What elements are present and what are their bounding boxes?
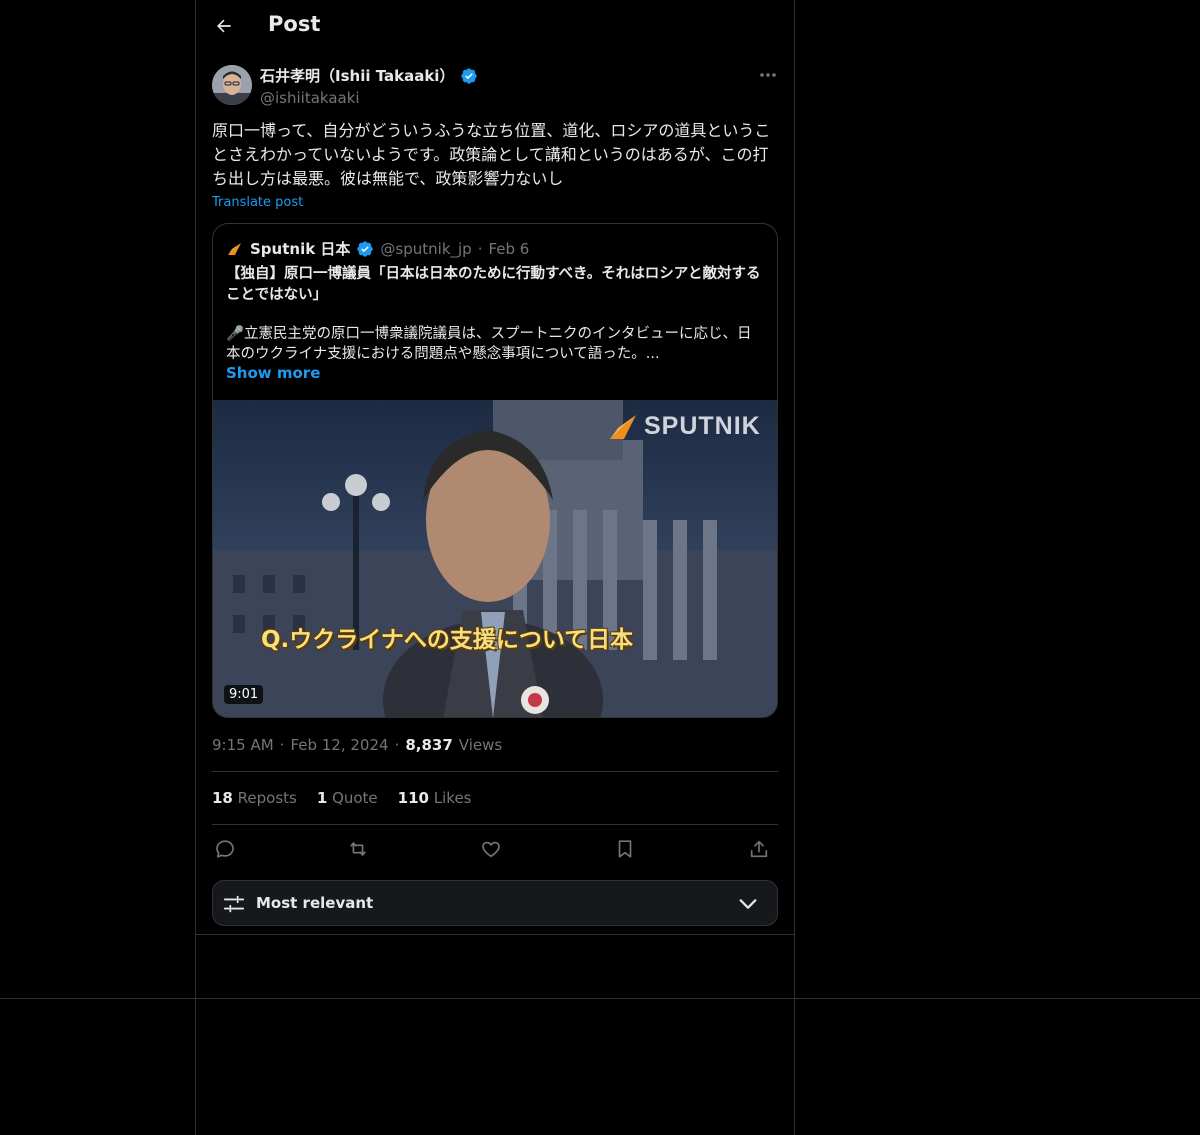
sputnik-logo-icon (228, 242, 241, 255)
views-count: 8,837 (405, 736, 453, 754)
author-block: 石井孝明（Ishii Takaaki） @ishiitakaaki (260, 65, 478, 107)
separator-dot: · (279, 736, 285, 754)
reposts-count: 18 (212, 789, 233, 807)
bookmark-icon (618, 840, 632, 858)
page-divider (0, 998, 1200, 999)
likes-label: Likes (433, 789, 472, 807)
likes-count: 110 (397, 789, 429, 807)
engagement-stats: 18 Reposts 1 Quote 110 Likes (212, 789, 472, 807)
avatar[interactable] (212, 65, 252, 105)
sort-label: Most relevant (256, 894, 374, 912)
reply-icon (216, 840, 234, 858)
reply-button[interactable] (212, 836, 238, 862)
post-text: 原口一博って、自分がどういうふうな立ち位置、道化、ロシアの道具ということさえわか… (212, 121, 771, 188)
quotes-label: Quote (332, 789, 378, 807)
avatar-image (212, 65, 252, 105)
video-player[interactable]: SPUTNIK Q.ウクライナへの支援について日本 9:01 (213, 400, 777, 717)
post-meta: 9:15 AM · Feb 12, 2024 · 8,837 Views (212, 736, 502, 754)
verified-badge-icon (461, 67, 478, 84)
more-options-button[interactable] (756, 66, 780, 84)
main-column: Post 石井孝明（Ishii Takaaki） @ishiitakaaki 原… (195, 0, 795, 1135)
show-more-link[interactable]: Show more (226, 364, 320, 382)
separator-dot: · (394, 736, 400, 754)
reply-sort-dropdown[interactable]: Most relevant (212, 880, 778, 926)
heart-icon (482, 841, 500, 858)
quotes-count: 1 (316, 789, 328, 807)
quoted-header: Sputnik 日本 @sputnik_jp · Feb 6 (226, 238, 529, 259)
video-duration: 9:01 (224, 685, 264, 704)
sputnik-watermark-icon (610, 414, 636, 439)
page-title: Post (268, 12, 321, 36)
bookmark-button[interactable] (612, 836, 638, 862)
likes-stat[interactable]: 110 Likes (398, 789, 472, 807)
verified-badge-icon (357, 240, 374, 257)
quoted-author-name: Sputnik 日本 (250, 240, 351, 258)
divider (212, 824, 778, 825)
quotes-stat[interactable]: 1 Quote (317, 789, 378, 807)
sliders-icon (223, 895, 245, 913)
author-handle[interactable]: @ishiitakaaki (260, 89, 478, 107)
repost-button[interactable] (345, 836, 371, 862)
quoted-body: 🎤立憲民主党の原口一博衆議院議員は、スプートニクのインタビューに応じ、日本のウク… (226, 326, 752, 362)
share-icon (750, 840, 768, 858)
more-horizontal-icon (760, 73, 776, 77)
like-button[interactable] (478, 836, 504, 862)
divider (212, 771, 778, 772)
video-thumbnail (213, 400, 777, 717)
quoted-title: 【独自】原口一博議員「日本は日本のために行動すべき。それはロシアと敵対することで… (226, 266, 761, 303)
back-button[interactable] (210, 12, 238, 40)
quoted-author-handle: @sputnik_jp (380, 239, 472, 258)
author-name-link[interactable]: 石井孝明（Ishii Takaaki） (260, 65, 478, 86)
quoted-post[interactable]: Sputnik 日本 @sputnik_jp · Feb 6 【独自】原口一博議… (212, 223, 778, 718)
reposts-label: Reposts (237, 789, 297, 807)
arrow-left-icon (217, 19, 231, 33)
translate-post-link[interactable]: Translate post (212, 195, 303, 210)
separator-dot: · (477, 239, 483, 258)
post-date[interactable]: Feb 12, 2024 (290, 736, 388, 754)
author-name: 石井孝明（Ishii Takaaki） (260, 67, 455, 85)
views-label: Views (458, 736, 503, 754)
quoted-date: Feb 6 (488, 239, 530, 258)
video-caption: Q.ウクライナへの支援について日本 (261, 627, 634, 653)
column-divider (196, 934, 794, 935)
sputnik-watermark: SPUTNIK (608, 412, 761, 441)
reposts-stat[interactable]: 18 Reposts (212, 789, 297, 807)
chevron-down-icon (739, 899, 757, 909)
action-bar (212, 836, 778, 862)
page-header: Post (196, 0, 794, 54)
post-time[interactable]: 9:15 AM (212, 736, 274, 754)
repost-icon (350, 842, 366, 856)
share-button[interactable] (746, 836, 772, 862)
